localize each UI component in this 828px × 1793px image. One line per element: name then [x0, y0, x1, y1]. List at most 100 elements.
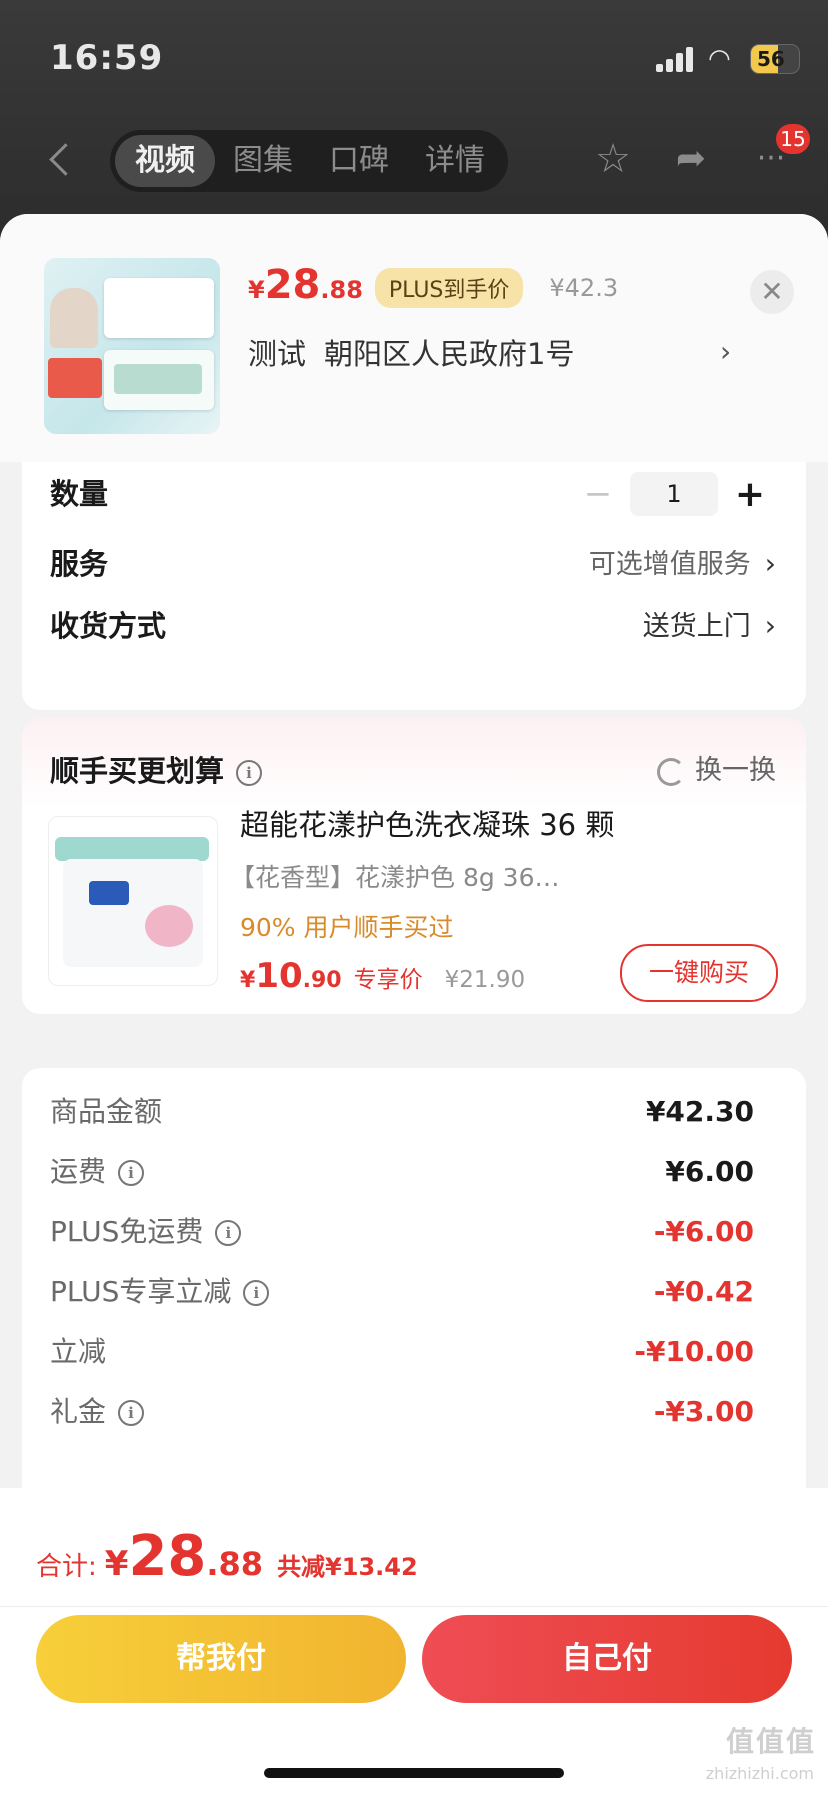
wifi-icon: ◠ — [708, 44, 731, 74]
total-currency: ¥ — [104, 1544, 129, 1584]
pay-myself-button[interactable]: 自己付 — [422, 1615, 792, 1703]
tab-details[interactable]: 详情 — [407, 135, 503, 187]
quantity-value[interactable]: 1 — [630, 472, 718, 516]
service-value: 可选增值服务 — [588, 549, 751, 580]
fee-label-plus-free-shipping: PLUS免运费 i — [50, 1210, 242, 1254]
delivery-chevron-icon: › — [764, 609, 776, 642]
share-icon[interactable]: ➦ — [668, 136, 714, 182]
media-tabs: 视频 图集 口碑 详情 — [110, 130, 508, 192]
delivery-address: 朝阳区人民政府1号 — [324, 337, 575, 371]
address-chevron-icon[interactable]: › — [720, 326, 731, 378]
fee-row: 礼金 i -¥3.00 — [50, 1390, 754, 1434]
total-label: 合计: — [36, 1552, 97, 1582]
fee-label-plus-free-shipping-text: PLUS免运费 — [50, 1215, 204, 1248]
product-price: ¥ 28 .88 PLUS到手价 ¥42.3 — [248, 262, 618, 314]
options-card: 数量 − 1 + 服务 可选增值服务 › 收货方式 送货上门 › — [22, 462, 806, 710]
checkout-bar: 合计: ¥ 28 .88 共减¥13.42 帮我付 自己付 — [0, 1488, 828, 1793]
tab-reviews[interactable]: 口碑 — [311, 135, 407, 187]
fee-value-shipping: ¥6.00 — [665, 1155, 754, 1188]
recommended-product-price: ¥ 10 .90 专享价 ¥21.90 — [240, 956, 525, 996]
recommendation-title: 顺手买更划算 i — [50, 748, 263, 790]
service-chevron-icon: › — [764, 547, 776, 580]
total-decimal: .88 — [206, 1545, 264, 1583]
tab-gallery[interactable]: 图集 — [215, 135, 311, 187]
price-integer: 28 — [264, 262, 321, 308]
delivery-method-label: 收货方式 — [50, 609, 167, 643]
one-click-buy-button[interactable]: 一键购买 — [620, 944, 778, 1002]
refresh-label: 换一换 — [695, 755, 776, 786]
gift-money-info-icon[interactable]: i — [118, 1400, 145, 1426]
back-icon[interactable] — [44, 140, 84, 180]
sheet-header: ¥ 28 .88 PLUS到手价 ¥42.3 ✕ 测试 朝阳区人民政府1号 › — [0, 214, 828, 462]
quantity-label: 数量 — [50, 477, 109, 511]
quantity-plus-button[interactable]: + — [730, 474, 770, 515]
watermark-logo: 值值值 — [725, 1725, 816, 1758]
product-thumbnail[interactable] — [44, 258, 220, 434]
message-count-badge: 15 — [776, 124, 810, 154]
service-row[interactable]: 可选增值服务 › — [589, 532, 776, 597]
price-currency: ¥ — [248, 276, 265, 304]
plus-price-tag: PLUS到手价 — [374, 268, 524, 308]
fee-value-plus-discount: -¥0.42 — [653, 1275, 754, 1308]
battery-icon: 56 — [750, 44, 800, 74]
quantity-minus-button[interactable]: − — [578, 474, 618, 514]
fee-label-shipping-text: 运费 — [50, 1155, 107, 1188]
status-bar: 16:59 ◠ 56 — [0, 0, 828, 110]
watermark-domain: zhizhizhi.com — [705, 1764, 814, 1783]
fee-row: PLUS专享立减 i -¥0.42 — [50, 1270, 754, 1314]
service-label: 服务 — [50, 547, 109, 581]
fee-label-gift-money: 礼金 i — [50, 1390, 145, 1434]
help-me-pay-button[interactable]: 帮我付 — [36, 1615, 406, 1703]
recommended-product-bought-rate: 90% 用户顺手买过 — [240, 913, 454, 942]
fee-label-plus-discount-text: PLUS专享立减 — [50, 1275, 232, 1308]
total-integer: 28 — [128, 1524, 207, 1589]
rec-price-decimal: .90 — [302, 968, 342, 993]
fee-label-instant-discount: 立减 — [50, 1335, 107, 1368]
fee-value-goods: ¥42.30 — [645, 1095, 754, 1128]
signal-icon — [656, 46, 696, 72]
refresh-icon — [657, 757, 685, 786]
total-amount: 合计: ¥ 28 .88 共减¥13.42 — [36, 1524, 418, 1589]
fee-label-plus-discount: PLUS专享立减 i — [50, 1270, 270, 1314]
battery-percent: 56 — [757, 47, 785, 71]
delivery-method-value: 送货上门 — [642, 611, 751, 642]
fee-row: PLUS免运费 i -¥6.00 — [50, 1210, 754, 1254]
rec-price-label: 专享价 — [353, 967, 423, 993]
recommended-product-image[interactable] — [48, 816, 218, 986]
recommendation-title-text: 顺手买更划算 — [50, 754, 225, 788]
recommended-product-spec: 【花香型】花漾护色 8g 36… — [230, 863, 560, 892]
delivery-method-row[interactable]: 送货上门 › — [643, 594, 776, 659]
rec-price-integer: 10 — [255, 956, 303, 996]
plus-free-shipping-info-icon[interactable]: i — [215, 1220, 242, 1246]
home-indicator[interactable] — [264, 1768, 564, 1778]
tab-video[interactable]: 视频 — [115, 135, 215, 187]
fee-label-shipping: 运费 i — [50, 1150, 145, 1194]
price-decimal: .88 — [320, 276, 363, 304]
fee-row: 运费 i ¥6.00 — [50, 1150, 754, 1194]
fee-value-gift-money: -¥3.00 — [653, 1395, 754, 1428]
status-time: 16:59 — [50, 38, 164, 78]
fee-row: 立减 -¥10.00 — [50, 1330, 754, 1374]
recommendation-card: 顺手买更划算 i 换一换 超能花漾护色洗衣凝珠 36 颗 【花香型】花漾护色 8g… — [22, 718, 806, 1014]
favorite-star-icon[interactable]: ☆ — [590, 136, 636, 182]
rec-price-currency: ¥ — [240, 968, 256, 993]
quantity-stepper: − 1 + — [578, 472, 770, 516]
total-saved: 共减¥13.42 — [277, 1553, 418, 1581]
address-row[interactable]: 测试 朝阳区人民政府1号 — [248, 326, 574, 378]
rec-old-price: ¥21.90 — [444, 967, 526, 993]
fee-value-instant-discount: -¥10.00 — [634, 1335, 754, 1368]
close-button[interactable]: ✕ — [750, 270, 794, 314]
recipient-name: 测试 — [248, 337, 307, 371]
original-price: ¥42.3 — [549, 274, 619, 302]
fee-label-goods: 商品金额 — [50, 1095, 163, 1128]
refresh-button[interactable]: 换一换 — [657, 748, 776, 787]
divider — [0, 1606, 828, 1607]
recommended-product-name[interactable]: 超能花漾护色洗衣凝珠 36 颗 — [240, 802, 614, 844]
shipping-info-icon[interactable]: i — [118, 1160, 145, 1186]
top-nav: 视频 图集 口碑 详情 ☆ ➦ ··· 15 — [0, 120, 828, 200]
fee-label-gift-money-text: 礼金 — [50, 1395, 107, 1428]
fee-row: 商品金额 ¥42.30 — [50, 1090, 754, 1134]
fee-value-plus-free-shipping: -¥6.00 — [653, 1215, 754, 1248]
info-icon[interactable]: i — [236, 760, 263, 786]
plus-discount-info-icon[interactable]: i — [243, 1280, 270, 1306]
